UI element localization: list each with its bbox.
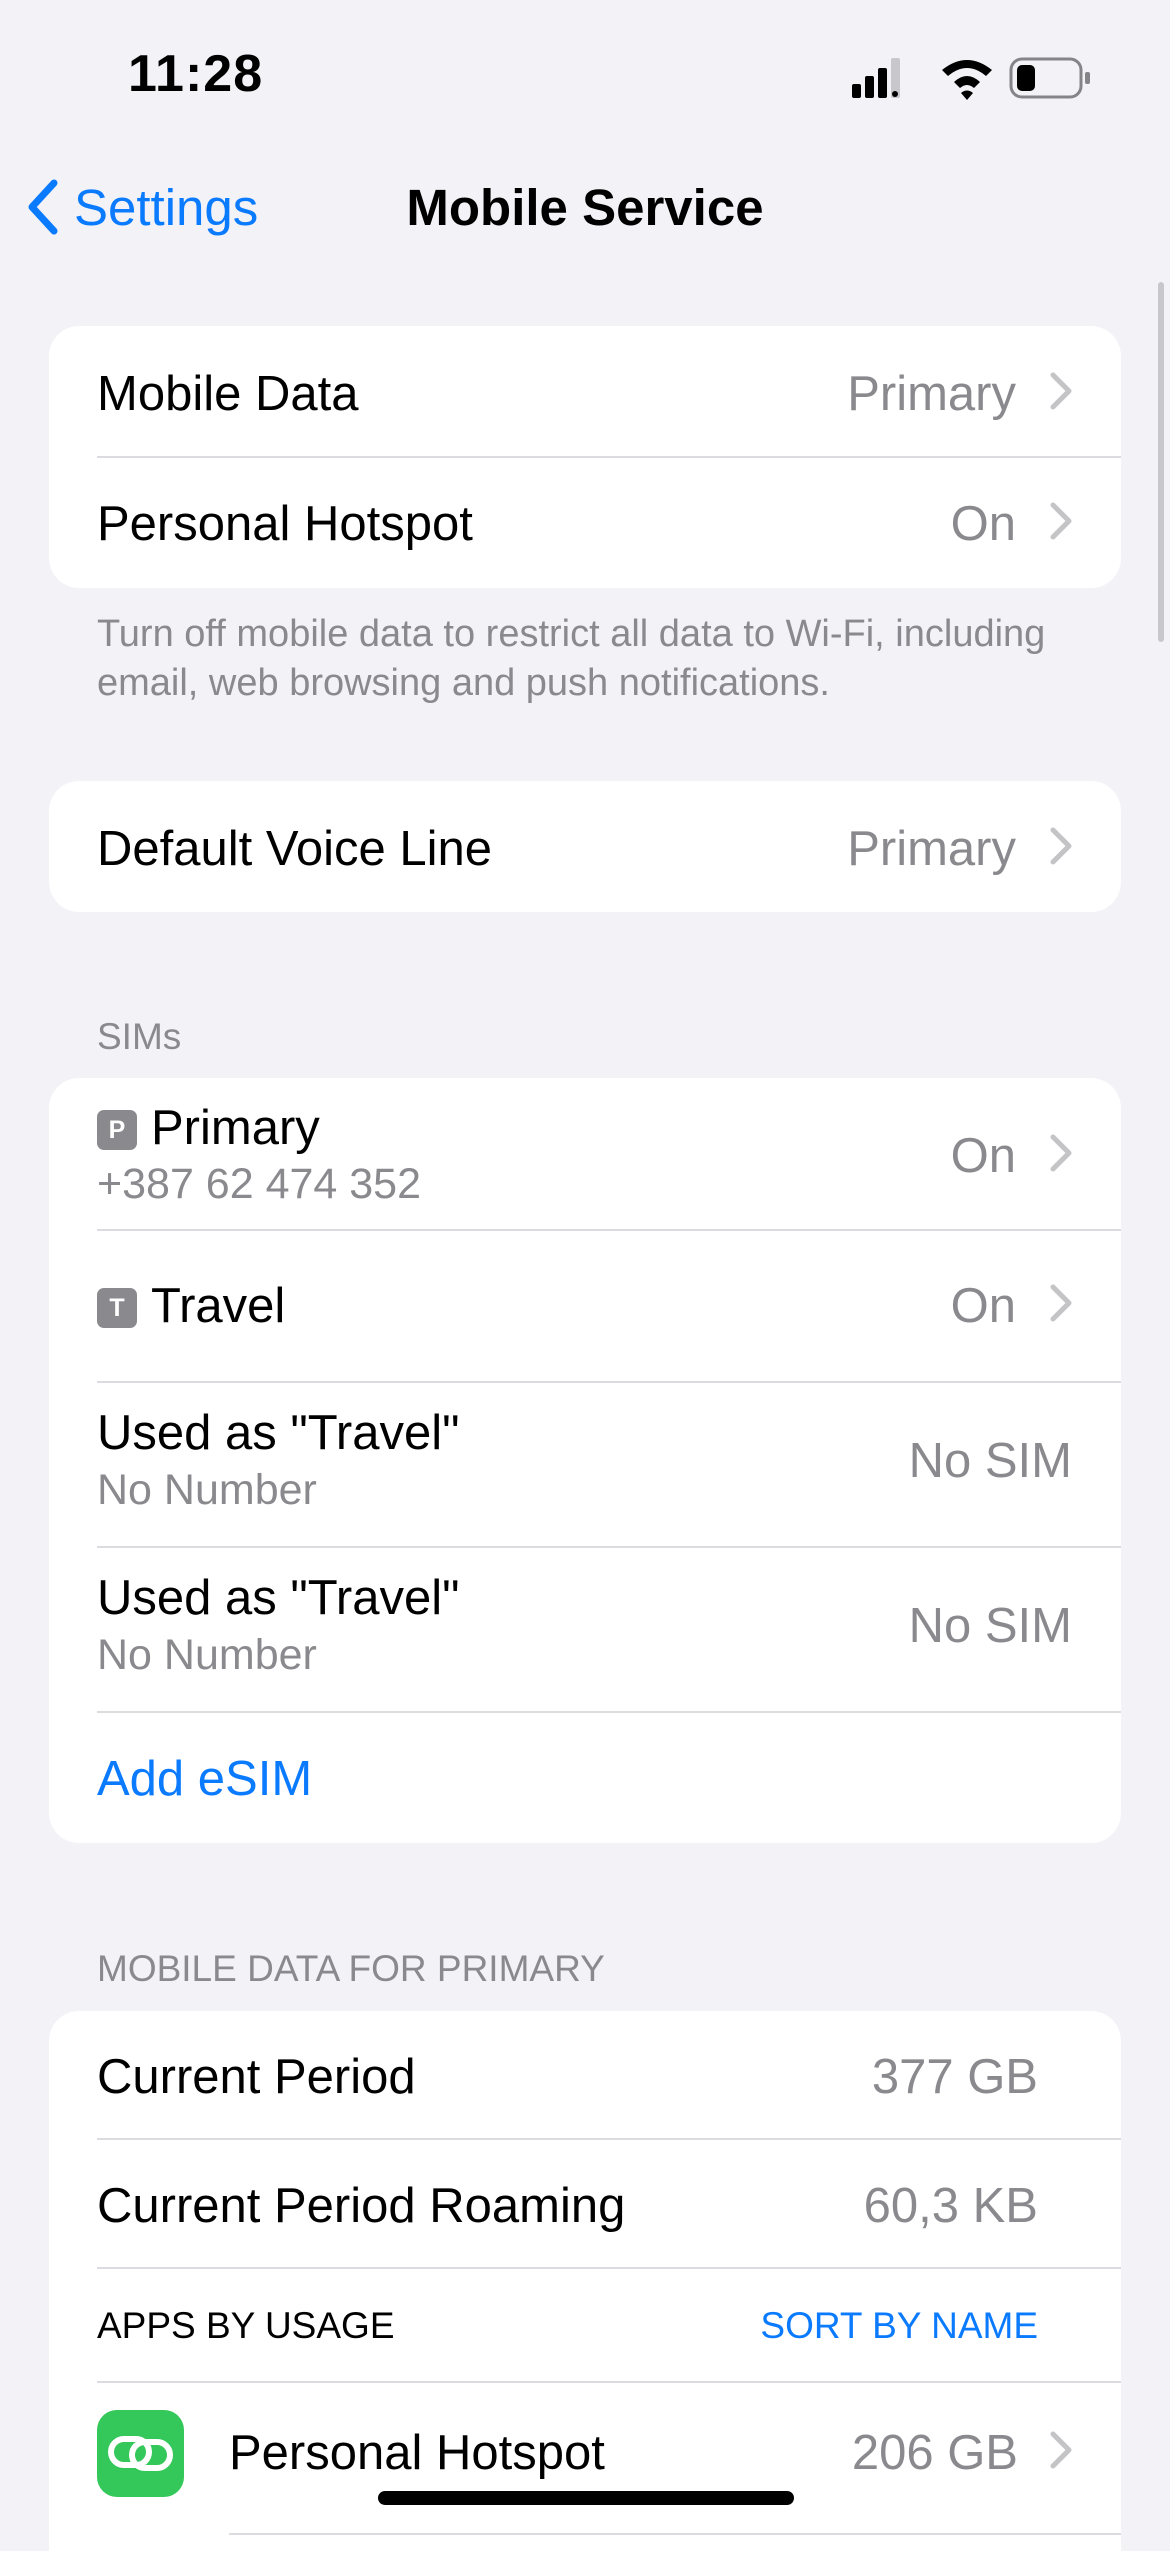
chevron-right-icon [1050, 1284, 1072, 1322]
row-sublabel: No Number [97, 1466, 317, 1514]
row-label: Mobile Data [97, 367, 359, 421]
status-time: 11:28 [128, 45, 264, 103]
add-esim-row[interactable]: Add eSIM [49, 1713, 1121, 1843]
sim-badge-travel: T [97, 1288, 137, 1328]
row-value: On [950, 1279, 1016, 1333]
wifi-icon [942, 60, 992, 100]
hotspot-link-icon [97, 2410, 184, 2497]
row-label: T Travel [97, 1278, 285, 1334]
personal-hotspot-row[interactable]: Personal Hotspot On [49, 458, 1121, 588]
app-name: Personal Hotspot [229, 2426, 605, 2480]
sim-used-row: Used as "Travel" No Number No SIM [49, 1548, 1121, 1711]
current-period-row: Current Period 377 GB [49, 2011, 1121, 2138]
sim-name: Primary [151, 1101, 320, 1155]
sims-group: P Primary +387 62 474 352 On T Travel On U… [49, 1078, 1121, 1843]
current-period-roaming-row: Current Period Roaming 60,3 KB [49, 2140, 1121, 2267]
default-voice-line-row[interactable]: Default Voice Line Primary [49, 781, 1121, 912]
row-value: No SIM [908, 1434, 1072, 1488]
mobile-data-footer: Turn off mobile data to restrict all dat… [97, 613, 1046, 704]
app-usage-row[interactable]: Personal Hotspot 206 GB [49, 2383, 1121, 2533]
row-label: Current Period [97, 2050, 416, 2104]
row-value: On [950, 497, 1016, 551]
mobile-data-section-header: MOBILE DATA FOR PRIMARY [97, 1948, 605, 1989]
row-value: On [950, 1129, 1016, 1183]
cellular-signal-icon [852, 58, 900, 98]
row-value: No SIM [908, 1599, 1072, 1653]
sort-by-name-button[interactable]: SORT BY NAME [760, 2305, 1038, 2347]
sim-travel-row[interactable]: T Travel On [49, 1231, 1121, 1381]
row-label: P Primary [97, 1100, 320, 1156]
mobile-data-group: Current Period 377 GB Current Period Roa… [49, 2011, 1121, 2551]
chevron-right-icon [1050, 372, 1072, 410]
chevron-right-icon [1050, 2431, 1072, 2469]
sim-used-row: Used as "Travel" No Number No SIM [49, 1383, 1121, 1546]
sims-section-header: SIMs [97, 1016, 182, 1057]
chevron-right-icon [1050, 1134, 1072, 1172]
voice-line-group: Default Voice Line Primary [49, 781, 1121, 912]
data-settings-group: Mobile Data Primary Personal Hotspot On [49, 326, 1121, 588]
app-usage-value: 206 GB [851, 2426, 1018, 2480]
page-title: Mobile Service [406, 179, 764, 236]
apps-by-usage-header-row: APPS BY USAGE SORT BY NAME [49, 2269, 1121, 2381]
sim-primary-row[interactable]: P Primary +387 62 474 352 On [49, 1078, 1121, 1229]
mobile-data-row[interactable]: Mobile Data Primary [49, 326, 1121, 456]
apps-by-usage-label: APPS BY USAGE [97, 2305, 395, 2346]
row-label: Used as "Travel" [97, 1571, 460, 1625]
row-value: Primary [847, 367, 1016, 421]
row-sublabel: No Number [97, 1631, 317, 1679]
battery-icon [1009, 57, 1090, 99]
sim-number: +387 62 474 352 [97, 1160, 422, 1208]
row-value: 60,3 KB [863, 2179, 1038, 2233]
row-label: Personal Hotspot [97, 497, 473, 551]
sim-name: Travel [151, 1279, 286, 1333]
row-label: Used as "Travel" [97, 1406, 460, 1460]
add-esim-link[interactable]: Add eSIM [97, 1751, 312, 1807]
home-indicator[interactable] [378, 2491, 794, 2505]
row-value: 377 GB [871, 2050, 1038, 2104]
sim-badge-primary: P [97, 1110, 137, 1150]
chevron-right-icon [1050, 827, 1072, 865]
status-icons [852, 57, 1090, 100]
scroll-indicator[interactable] [1158, 282, 1164, 642]
chevron-right-icon [1050, 502, 1072, 540]
row-separator [229, 2533, 1121, 2535]
row-label: Current Period Roaming [97, 2179, 626, 2233]
row-value: Primary [847, 822, 1016, 876]
row-label: Default Voice Line [97, 822, 492, 876]
